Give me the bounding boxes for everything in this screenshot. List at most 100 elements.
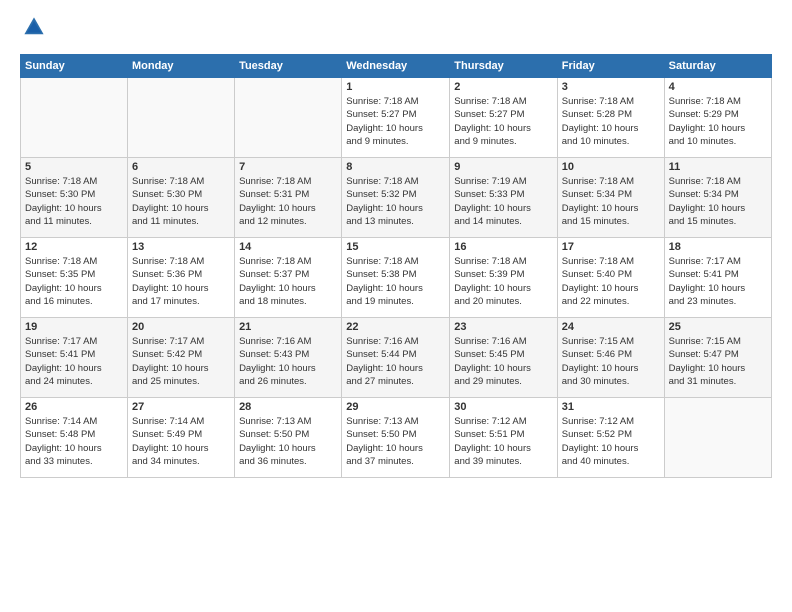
day-number: 30 [454,401,552,413]
day-content: Sunrise: 7:18 AMSunset: 5:38 PMDaylight:… [346,255,445,308]
day-cell [127,78,234,158]
day-number: 9 [454,161,552,173]
day-number: 16 [454,241,552,253]
day-number: 3 [562,81,660,93]
day-cell: 26 Sunrise: 7:14 AMSunset: 5:48 PMDayligh… [21,398,128,478]
day-content: Sunrise: 7:17 AMSunset: 5:42 PMDaylight:… [132,335,230,388]
day-cell: 27 Sunrise: 7:14 AMSunset: 5:49 PMDayligh… [127,398,234,478]
day-number: 25 [669,321,767,333]
day-cell: 4 Sunrise: 7:18 AMSunset: 5:29 PMDaylight… [664,78,771,158]
day-number: 4 [669,81,767,93]
day-cell: 12 Sunrise: 7:18 AMSunset: 5:35 PMDayligh… [21,238,128,318]
day-number: 31 [562,401,660,413]
day-content: Sunrise: 7:18 AMSunset: 5:34 PMDaylight:… [669,175,767,228]
day-content: Sunrise: 7:18 AMSunset: 5:34 PMDaylight:… [562,175,660,228]
header-monday: Monday [127,55,234,78]
day-number: 17 [562,241,660,253]
day-number: 22 [346,321,445,333]
day-cell: 18Sunrise: 7:17 AMSunset: 5:41 PMDayligh… [664,238,771,318]
header-friday: Friday [557,55,664,78]
day-content: Sunrise: 7:18 AMSunset: 5:30 PMDaylight:… [132,175,230,228]
day-cell: 13 Sunrise: 7:18 AMSunset: 5:36 PMDayligh… [127,238,234,318]
day-content: Sunrise: 7:13 AMSunset: 5:50 PMDaylight:… [239,415,337,468]
day-cell: 2 Sunrise: 7:18 AMSunset: 5:27 PMDaylight… [450,78,557,158]
day-number: 28 [239,401,337,413]
day-number: 20 [132,321,230,333]
header-sunday: Sunday [21,55,128,78]
calendar-table: SundayMondayTuesdayWednesdayThursdayFrid… [20,54,772,478]
day-cell: 22 Sunrise: 7:16 AMSunset: 5:44 PMDayligh… [342,318,450,398]
day-number: 6 [132,161,230,173]
logo [20,15,46,44]
day-cell: 19 Sunrise: 7:17 AMSunset: 5:41 PMDayligh… [21,318,128,398]
day-number: 19 [25,321,123,333]
day-content: Sunrise: 7:18 AMSunset: 5:32 PMDaylight:… [346,175,445,228]
day-content: Sunrise: 7:18 AMSunset: 5:31 PMDaylight:… [239,175,337,228]
day-number: 23 [454,321,552,333]
day-number: 5 [25,161,123,173]
day-content: Sunrise: 7:18 AMSunset: 5:37 PMDaylight:… [239,255,337,308]
day-cell [235,78,342,158]
day-content: Sunrise: 7:16 AMSunset: 5:44 PMDaylight:… [346,335,445,388]
day-content: Sunrise: 7:16 AMSunset: 5:45 PMDaylight:… [454,335,552,388]
day-cell: 29 Sunrise: 7:13 AMSunset: 5:50 PMDayligh… [342,398,450,478]
day-number: 24 [562,321,660,333]
day-number: 2 [454,81,552,93]
day-number: 12 [25,241,123,253]
day-cell: 1Sunrise: 7:18 AMSunset: 5:27 PMDaylight… [342,78,450,158]
day-cell: 31 Sunrise: 7:12 AMSunset: 5:52 PMDayligh… [557,398,664,478]
day-cell: 10 Sunrise: 7:18 AMSunset: 5:34 PMDayligh… [557,158,664,238]
day-cell [21,78,128,158]
day-number: 13 [132,241,230,253]
day-cell: 5 Sunrise: 7:18 AMSunset: 5:30 PMDaylight… [21,158,128,238]
day-cell: 23 Sunrise: 7:16 AMSunset: 5:45 PMDayligh… [450,318,557,398]
day-content: Sunrise: 7:15 AMSunset: 5:46 PMDaylight:… [562,335,660,388]
day-content: Sunrise: 7:18 AMSunset: 5:29 PMDaylight:… [669,95,767,148]
header-tuesday: Tuesday [235,55,342,78]
day-number: 27 [132,401,230,413]
day-cell: 15 Sunrise: 7:18 AMSunset: 5:38 PMDayligh… [342,238,450,318]
day-cell: 7Sunrise: 7:18 AMSunset: 5:31 PMDaylight… [235,158,342,238]
day-cell: 11Sunrise: 7:18 AMSunset: 5:34 PMDayligh… [664,158,771,238]
header-thursday: Thursday [450,55,557,78]
day-cell: 20 Sunrise: 7:17 AMSunset: 5:42 PMDayligh… [127,318,234,398]
day-content: Sunrise: 7:18 AMSunset: 5:39 PMDaylight:… [454,255,552,308]
day-number: 26 [25,401,123,413]
day-cell: 28 Sunrise: 7:13 AMSunset: 5:50 PMDayligh… [235,398,342,478]
day-cell: 21 Sunrise: 7:16 AMSunset: 5:43 PMDayligh… [235,318,342,398]
week-row-3: 19 Sunrise: 7:17 AMSunset: 5:41 PMDayligh… [21,318,772,398]
day-content: Sunrise: 7:13 AMSunset: 5:50 PMDaylight:… [346,415,445,468]
header-wednesday: Wednesday [342,55,450,78]
day-content: Sunrise: 7:15 AMSunset: 5:47 PMDaylight:… [669,335,767,388]
day-number: 29 [346,401,445,413]
day-content: Sunrise: 7:14 AMSunset: 5:48 PMDaylight:… [25,415,123,468]
calendar-container: SundayMondayTuesdayWednesdayThursdayFrid… [0,0,792,488]
day-number: 18 [669,241,767,253]
day-cell: 17 Sunrise: 7:18 AMSunset: 5:40 PMDayligh… [557,238,664,318]
day-number: 8 [346,161,445,173]
day-number: 21 [239,321,337,333]
day-content: Sunrise: 7:17 AMSunset: 5:41 PMDaylight:… [25,335,123,388]
day-content: Sunrise: 7:16 AMSunset: 5:43 PMDaylight:… [239,335,337,388]
day-cell: 9Sunrise: 7:19 AMSunset: 5:33 PMDaylight… [450,158,557,238]
day-content: Sunrise: 7:14 AMSunset: 5:49 PMDaylight:… [132,415,230,468]
day-number: 15 [346,241,445,253]
day-content: Sunrise: 7:18 AMSunset: 5:40 PMDaylight:… [562,255,660,308]
day-cell [664,398,771,478]
day-content: Sunrise: 7:12 AMSunset: 5:52 PMDaylight:… [562,415,660,468]
day-cell: 8 Sunrise: 7:18 AMSunset: 5:32 PMDaylight… [342,158,450,238]
day-content: Sunrise: 7:18 AMSunset: 5:35 PMDaylight:… [25,255,123,308]
week-row-4: 26 Sunrise: 7:14 AMSunset: 5:48 PMDayligh… [21,398,772,478]
day-cell: 16 Sunrise: 7:18 AMSunset: 5:39 PMDayligh… [450,238,557,318]
day-content: Sunrise: 7:18 AMSunset: 5:36 PMDaylight:… [132,255,230,308]
day-content: Sunrise: 7:18 AMSunset: 5:30 PMDaylight:… [25,175,123,228]
day-cell: 6 Sunrise: 7:18 AMSunset: 5:30 PMDaylight… [127,158,234,238]
day-number: 10 [562,161,660,173]
day-cell: 3Sunrise: 7:18 AMSunset: 5:28 PMDaylight… [557,78,664,158]
day-cell: 24 Sunrise: 7:15 AMSunset: 5:46 PMDayligh… [557,318,664,398]
day-cell: 25 Sunrise: 7:15 AMSunset: 5:47 PMDayligh… [664,318,771,398]
week-row-1: 5 Sunrise: 7:18 AMSunset: 5:30 PMDaylight… [21,158,772,238]
day-cell: 30Sunrise: 7:12 AMSunset: 5:51 PMDayligh… [450,398,557,478]
day-number: 14 [239,241,337,253]
day-content: Sunrise: 7:18 AMSunset: 5:27 PMDaylight:… [454,95,552,148]
